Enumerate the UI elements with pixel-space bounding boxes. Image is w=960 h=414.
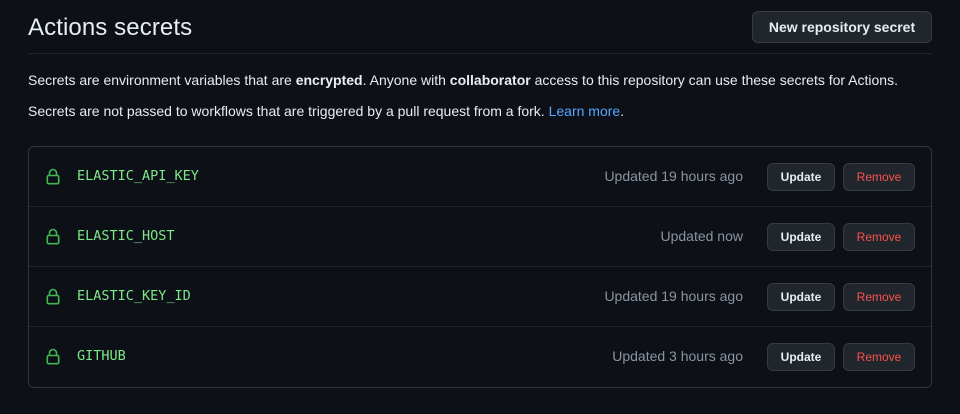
- description-line-2: Secrets are not passed to workflows that…: [28, 103, 624, 119]
- remove-button[interactable]: Remove: [843, 343, 915, 371]
- secret-row: GITHUB Updated 3 hours ago Update Remove: [29, 327, 931, 387]
- description-bold: collaborator: [449, 72, 531, 88]
- secret-updated-time: Updated 19 hours ago: [604, 168, 743, 184]
- remove-button[interactable]: Remove: [843, 163, 915, 191]
- secret-name: ELASTIC_API_KEY: [77, 168, 199, 184]
- secret-updated-time: Updated now: [660, 228, 743, 244]
- actions-secrets-page: Actions secrets New repository secret Se…: [0, 0, 960, 414]
- secret-row: ELASTIC_HOST Updated now Update Remove: [29, 207, 931, 267]
- page-header: Actions secrets New repository secret: [28, 0, 932, 54]
- lock-icon: [46, 168, 60, 185]
- description-bold: encrypted: [295, 72, 363, 88]
- remove-button[interactable]: Remove: [843, 283, 915, 311]
- update-button[interactable]: Update: [767, 223, 835, 251]
- update-button[interactable]: Update: [767, 343, 835, 371]
- secret-updated-time: Updated 19 hours ago: [604, 288, 743, 304]
- update-button[interactable]: Update: [767, 163, 835, 191]
- description-text: Secrets are not passed to workflows that…: [28, 103, 549, 119]
- lock-icon: [46, 348, 60, 365]
- new-repository-secret-button[interactable]: New repository secret: [752, 11, 932, 43]
- page-title: Actions secrets: [28, 14, 193, 41]
- secret-row: ELASTIC_KEY_ID Updated 19 hours ago Upda…: [29, 267, 931, 327]
- secret-name: GITHUB: [77, 348, 126, 364]
- lock-icon: [46, 228, 60, 245]
- secret-row: ELASTIC_API_KEY Updated 19 hours ago Upd…: [29, 147, 931, 207]
- secret-updated-time: Updated 3 hours ago: [612, 348, 743, 364]
- secret-name: ELASTIC_KEY_ID: [77, 288, 191, 304]
- description-line-1: Secrets are environment variables that a…: [28, 72, 898, 88]
- secret-name: ELASTIC_HOST: [77, 228, 175, 244]
- description-text: . Anyone with: [362, 72, 450, 88]
- remove-button[interactable]: Remove: [843, 223, 915, 251]
- description-text: .: [620, 103, 625, 119]
- learn-more-link[interactable]: Learn more: [549, 103, 621, 119]
- update-button[interactable]: Update: [767, 283, 835, 311]
- description-text: access to this repository can use these …: [530, 72, 898, 88]
- secrets-list: ELASTIC_API_KEY Updated 19 hours ago Upd…: [28, 146, 932, 388]
- lock-icon: [46, 288, 60, 305]
- description-text: Secrets are environment variables that a…: [28, 72, 296, 88]
